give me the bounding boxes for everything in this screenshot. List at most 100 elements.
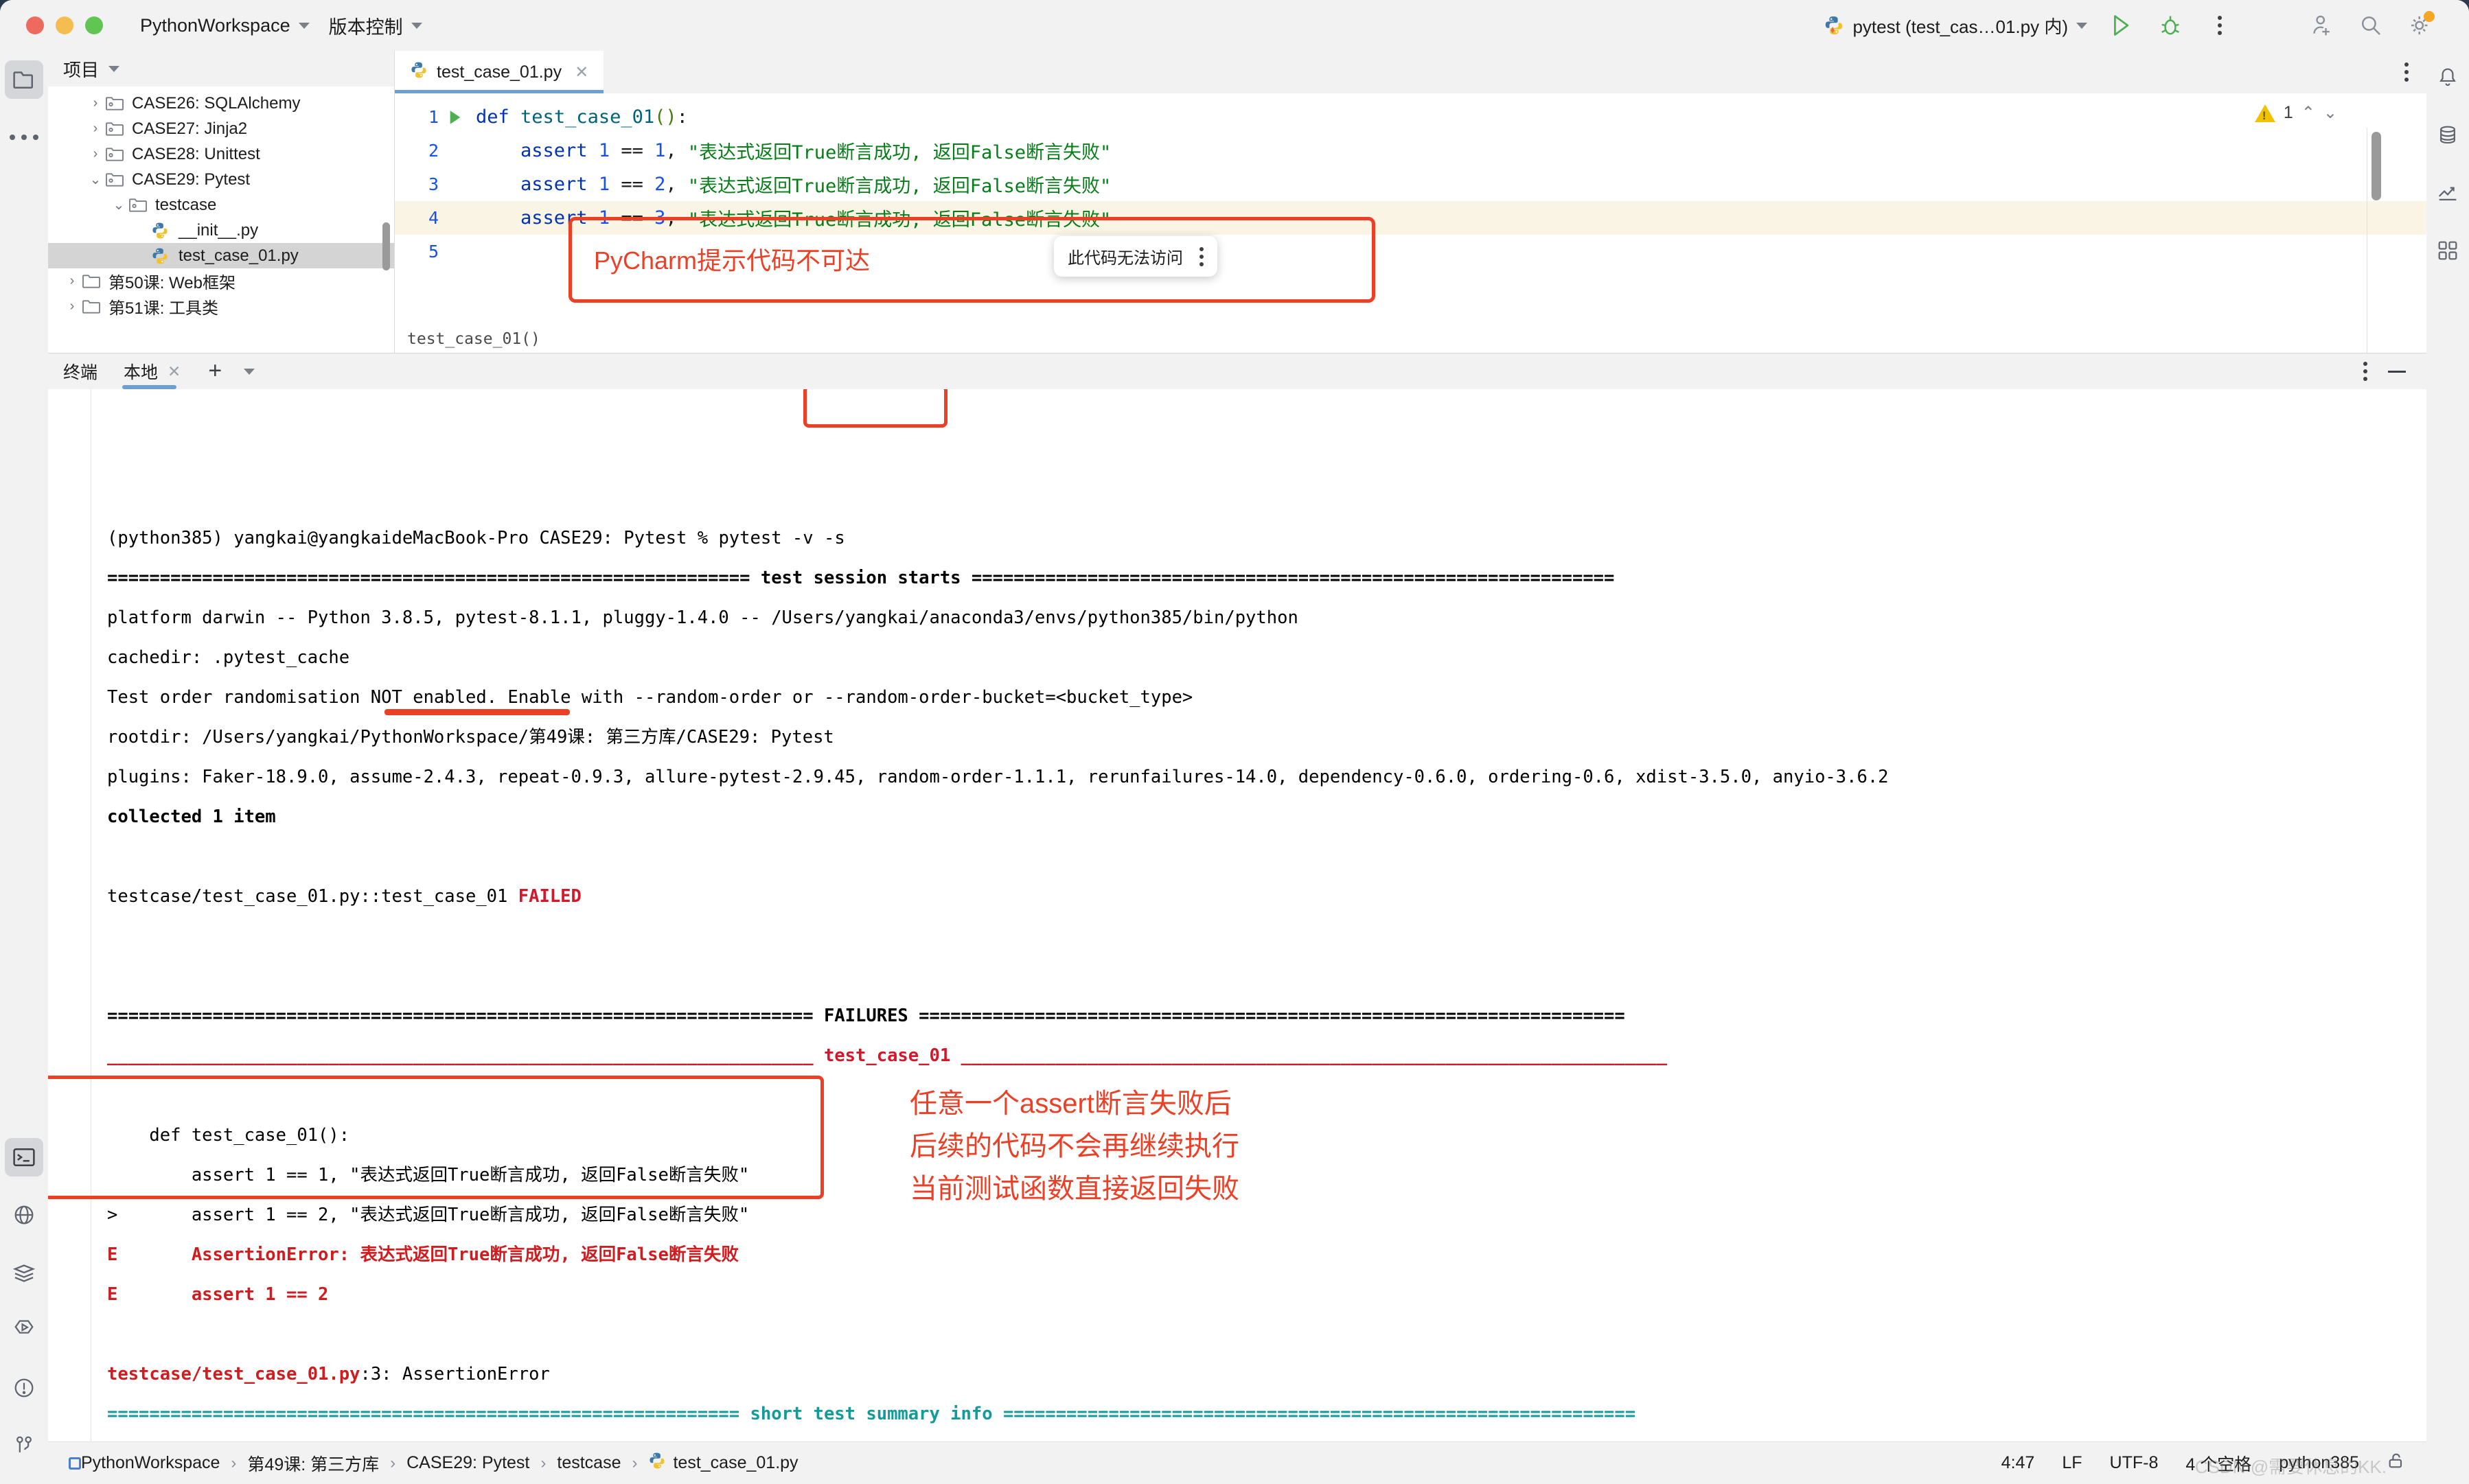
breadcrumb-item[interactable]: CASE29: Pytest (406, 1453, 529, 1473)
tree-item[interactable]: › CASE28: Unittest (48, 141, 394, 167)
search-button[interactable] (2355, 10, 2387, 41)
chevron-down-icon[interactable] (244, 368, 255, 375)
run-configuration-selector[interactable]: pytest (test_cas…01.py 内) (1824, 13, 2087, 38)
more-tool-windows-button[interactable] (5, 118, 43, 156)
vcs-menu[interactable]: 版本控制 (319, 8, 432, 43)
terminal-line: E AssertionError: 表达式返回True断言成功, 返回False… (107, 1235, 2426, 1275)
editor-tabs-menu-button[interactable] (2404, 51, 2426, 93)
run-button[interactable] (2105, 10, 2137, 41)
breadcrumb-item[interactable]: 第49课: 第三方库 (247, 1451, 379, 1476)
terminal-tool-button[interactable] (5, 1138, 43, 1176)
python-interpreter[interactable]: python385 (2279, 1453, 2359, 1473)
tree-item[interactable]: __init__.py (48, 218, 394, 243)
inspection-warning-indicator[interactable]: 1 ⌃ ⌄ (2254, 103, 2337, 123)
settings-button[interactable] (2404, 10, 2436, 41)
module-folder-icon (104, 171, 126, 189)
gutter-line[interactable]: 2 (395, 134, 472, 167)
code-token: 3 (654, 207, 666, 229)
code-token: 1 (598, 140, 610, 161)
maximize-window-button[interactable] (85, 16, 103, 34)
more-options-icon[interactable] (1199, 246, 1204, 266)
code-line[interactable]: assert 1 == 2, "表达式返回True断言成功, 返回False断言… (472, 167, 2426, 201)
new-terminal-button[interactable]: + (208, 359, 222, 382)
terminal-tab-local[interactable]: 本地 ✕ (121, 353, 187, 389)
tree-expand-arrow-icon[interactable]: › (87, 95, 104, 111)
notifications-button[interactable] (2431, 60, 2465, 95)
window-controls[interactable] (26, 16, 103, 34)
editor-scrollbar[interactable] (2372, 132, 2381, 200)
tree-item[interactable]: › CASE26: SQLAlchemy (48, 91, 394, 116)
sciview-button[interactable] (2431, 176, 2465, 210)
run-line-icon[interactable] (447, 110, 463, 125)
tree-item[interactable]: › 第50课: Web框架 (48, 268, 394, 294)
terminal-text: FAILED (518, 886, 582, 907)
module-folder-icon (104, 146, 126, 163)
tree-item[interactable]: › CASE27: Jinja2 (48, 116, 394, 141)
gutter-line[interactable]: 1 (395, 100, 472, 134)
project-tree[interactable]: › CASE26: SQLAlchemy › CASE27: Jinja2 › CASE2… (48, 86, 394, 353)
unlock-icon[interactable] (2387, 1451, 2406, 1475)
plugins-button[interactable] (2431, 233, 2465, 268)
next-problem-icon[interactable]: ⌄ (2323, 103, 2337, 123)
breadcrumb-item[interactable]: PythonWorkspace (81, 1453, 220, 1473)
unreachable-code-tooltip[interactable]: 此代码无法访问 (1054, 236, 1217, 277)
line-separator[interactable]: LF (2062, 1453, 2082, 1473)
more-options-button[interactable] (2204, 10, 2236, 41)
close-window-button[interactable] (26, 16, 44, 34)
gutter-line[interactable]: 5 (395, 235, 472, 268)
terminal-tab-label: 本地 (124, 363, 159, 382)
previous-problem-icon[interactable]: ⌃ (2301, 103, 2315, 123)
tree-item[interactable]: ⌄ CASE29: Pytest (48, 167, 394, 192)
gutter-line[interactable]: 4 (395, 201, 472, 235)
close-terminal-tab-icon[interactable]: ✕ (168, 362, 181, 381)
code-line[interactable]: assert 1 == 1, "表达式返回True断言成功, 返回False断言… (472, 134, 2426, 167)
tree-expand-arrow-icon[interactable]: › (87, 146, 104, 162)
terminal-output[interactable]: (python385) yangkai@yangkaideMacBook-Pro… (48, 389, 2426, 1441)
folder-icon (81, 298, 103, 316)
editor-breadcrumb[interactable]: test_case_01() (395, 325, 540, 353)
terminal-options-icon[interactable] (2363, 362, 2367, 381)
tree-item-label: test_case_01.py (179, 246, 299, 265)
minimize-window-button[interactable] (56, 16, 73, 34)
python-packages-button[interactable] (5, 1196, 43, 1234)
terminal-text: platform darwin -- Python 3.8.5, pytest-… (107, 607, 1298, 628)
project-tool-window: 项目 › CASE26: SQLAlchemy › CASE27: Jinja2 › CA… (48, 51, 395, 353)
run-tool-button[interactable] (5, 1311, 43, 1349)
breadcrumb-label: PythonWorkspace (81, 1453, 220, 1472)
breadcrumb[interactable]: PythonWorkspace › 第49课: 第三方库 › CASE29: Pytes… (81, 1451, 799, 1476)
gutter-line[interactable]: 3 (395, 167, 472, 201)
tree-expand-arrow-icon[interactable]: › (87, 121, 104, 137)
tree-expand-arrow-icon[interactable]: › (63, 299, 81, 314)
project-tool-button[interactable] (5, 60, 43, 99)
hide-terminal-icon[interactable] (2388, 370, 2406, 373)
breadcrumb-item[interactable]: test_case_01.py (648, 1452, 799, 1474)
add-account-button[interactable] (2306, 10, 2337, 41)
code-line[interactable]: assert 1 == 3, "表达式返回True断言成功, 返回False断言… (472, 201, 2426, 235)
code-line[interactable]: def test_case_01(): (472, 100, 2426, 134)
project-menu[interactable]: PythonWorkspace (130, 11, 319, 40)
tree-expand-arrow-icon[interactable]: › (63, 273, 81, 289)
editor-tab-test-case-01[interactable]: test_case_01.py ✕ (395, 51, 604, 93)
caret-position[interactable]: 4:47 (2001, 1453, 2035, 1473)
structure-button[interactable] (5, 1253, 43, 1292)
project-panel-header[interactable]: 项目 (48, 51, 394, 86)
code-token: "表达式返回True断言成功, 返回False断言失败" (687, 176, 1112, 197)
tree-expand-arrow-icon[interactable]: ⌄ (87, 171, 104, 188)
line-number: 2 (428, 141, 439, 161)
database-button[interactable] (2431, 118, 2465, 152)
editor-gutter[interactable]: 1 2 3 4 5 (395, 93, 472, 353)
problems-button[interactable] (5, 1369, 43, 1407)
tree-item[interactable]: ⌄ testcase (48, 192, 394, 218)
project-tree-scrollbar[interactable] (382, 222, 390, 270)
close-tab-icon[interactable]: ✕ (575, 62, 588, 82)
tree-expand-arrow-icon[interactable]: ⌄ (110, 196, 128, 213)
version-control-button[interactable] (5, 1426, 43, 1465)
file-encoding[interactable]: UTF-8 (2110, 1453, 2159, 1473)
debug-button[interactable] (2155, 10, 2186, 41)
tree-item[interactable]: test_case_01.py (48, 243, 394, 268)
editor-code[interactable]: def test_case_01(): assert 1 == 1, "表达式返… (472, 93, 2426, 353)
code-editor[interactable]: 1 2 3 4 5 def test_case_01(): assert 1 == 1,… (395, 93, 2426, 353)
breadcrumb-item[interactable]: testcase (557, 1453, 621, 1473)
indent-setting[interactable]: 4 个空格 (2185, 1451, 2251, 1476)
tree-item[interactable]: › 第51课: 工具类 (48, 294, 394, 319)
